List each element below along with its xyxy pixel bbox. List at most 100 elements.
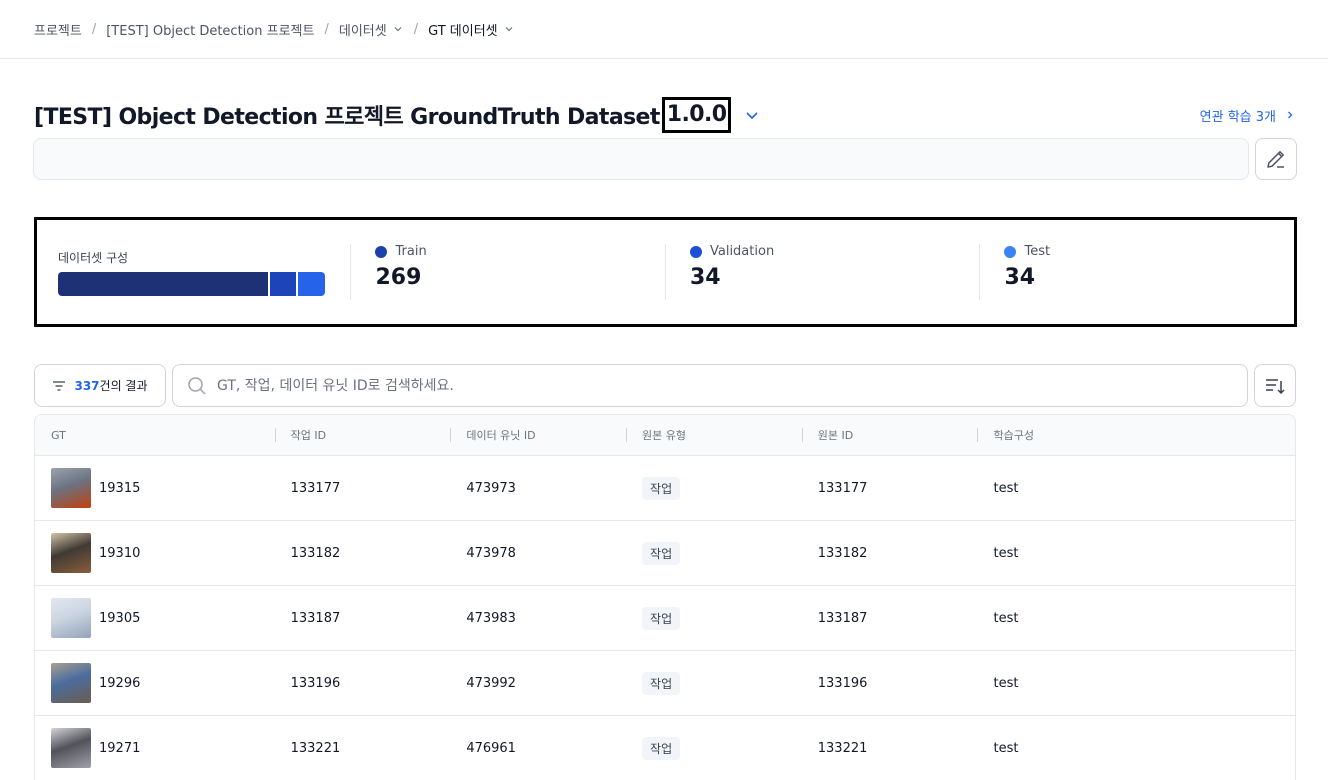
title-row: [TEST] Object Detection 프로젝트 GroundTruth… — [34, 96, 1296, 134]
related-training-label: 연관 학습 3개 — [1199, 109, 1276, 125]
column-header-data-unit-id[interactable]: 데이터 유닛 ID — [450, 415, 626, 455]
gt-thumbnail[interactable] — [51, 728, 91, 768]
composition-summary: 데이터셋 구성 — [37, 249, 350, 296]
stat-test: Test 34 — [979, 244, 1294, 300]
pencil-icon — [1267, 151, 1284, 168]
stat-validation-label: Validation — [709, 244, 775, 259]
data-unit-id: 473983 — [466, 610, 516, 626]
task-id: 133221 — [290, 740, 341, 756]
table-header: GT 작업 ID 데이터 유닛 ID 원본 유형 원본 ID 학습구성 — [35, 415, 1295, 456]
data-unit-id: 473973 — [466, 480, 516, 496]
header-divider — [0, 58, 1328, 59]
chevron-down-icon — [505, 27, 513, 32]
filter-icon — [53, 380, 66, 391]
table-row[interactable]: 19271 133221 476961 작업 133221 test — [35, 716, 1295, 780]
gt-id: 19310 — [99, 545, 141, 561]
column-header-gt[interactable]: GT — [35, 415, 275, 455]
page-title: [TEST] Object Detection 프로젝트 GroundTruth… — [34, 105, 660, 130]
stat-train: Train 269 — [350, 244, 665, 300]
source-id: 133221 — [817, 740, 868, 756]
source-id: 133196 — [817, 675, 868, 691]
sort-icon — [1266, 378, 1285, 394]
composition-bar-train — [58, 271, 268, 296]
breadcrumb: 프로젝트 / [TEST] Object Detection 프로젝트 / 데이… — [34, 0, 515, 58]
breadcrumb-item-datasets[interactable]: 데이터셋 — [339, 20, 404, 39]
source-type-badge: 작업 — [642, 671, 681, 695]
data-unit-id: 473978 — [466, 545, 516, 561]
composition-bar-test — [298, 271, 325, 296]
split-value: test — [993, 480, 1019, 496]
breadcrumb-label: [TEST] Object Detection 프로젝트 — [106, 23, 315, 39]
breadcrumb-label: GT 데이터셋 — [428, 23, 498, 39]
source-type-badge: 작업 — [642, 541, 681, 565]
table-row[interactable]: 19315 133177 473973 작업 133177 test — [35, 456, 1295, 521]
source-type-badge: 작업 — [642, 476, 681, 500]
breadcrumb-separator: / — [324, 21, 329, 37]
stat-train-label: Train — [395, 244, 427, 259]
table-row[interactable]: 19310 133182 473978 작업 133182 test — [35, 521, 1295, 586]
split-value: test — [993, 545, 1019, 561]
gt-thumbnail[interactable] — [51, 533, 91, 573]
chevron-down-icon — [394, 27, 402, 32]
related-training-link[interactable]: 연관 학습 3개 — [1200, 106, 1296, 125]
breadcrumb-label: 프로젝트 — [34, 23, 82, 39]
search-input[interactable] — [217, 377, 1247, 394]
sort-button[interactable] — [1254, 364, 1296, 407]
composition-bar-validation — [269, 271, 297, 296]
split-value: test — [993, 675, 1019, 691]
column-header-task-id[interactable]: 작업 ID — [274, 415, 451, 455]
split-value: test — [993, 610, 1019, 626]
data-unit-id: 476961 — [466, 740, 516, 756]
table-row[interactable]: 19296 133196 473992 작업 133196 test — [35, 651, 1295, 716]
test-color-dot — [1004, 245, 1017, 258]
gt-id: 19296 — [99, 675, 141, 691]
breadcrumb-item-project[interactable]: 프로젝트 — [34, 20, 82, 39]
task-id: 133196 — [290, 675, 341, 691]
breadcrumb-separator: / — [91, 21, 97, 37]
dataset-composition-panel: 데이터셋 구성 Train 269 Validation 34 Test 34 — [34, 217, 1297, 327]
gt-thumbnail[interactable] — [51, 598, 91, 638]
gt-thumbnail[interactable] — [51, 663, 91, 703]
task-id: 133177 — [290, 480, 341, 496]
task-id: 133182 — [290, 545, 341, 561]
gt-id: 19305 — [99, 610, 141, 626]
gt-id: 19271 — [99, 740, 141, 756]
source-id: 133187 — [817, 610, 868, 626]
train-color-dot — [375, 245, 388, 258]
gt-id: 19315 — [99, 480, 141, 496]
gt-thumbnail[interactable] — [51, 468, 91, 508]
composition-bar — [58, 271, 325, 296]
source-id: 133177 — [817, 480, 868, 496]
stat-train-value: 269 — [375, 265, 422, 290]
breadcrumb-item-project-name[interactable]: [TEST] Object Detection 프로젝트 — [106, 20, 314, 39]
split-value: test — [993, 740, 1019, 756]
chevron-right-icon — [1288, 111, 1293, 119]
column-header-source-id[interactable]: 원본 ID — [801, 415, 978, 455]
validation-color-dot — [689, 245, 702, 258]
source-id: 133182 — [817, 545, 868, 561]
task-id: 133187 — [290, 610, 341, 626]
column-header-source-type[interactable]: 원본 유형 — [626, 415, 802, 455]
column-header-split[interactable]: 학습구성 — [977, 415, 1294, 455]
table-row[interactable]: 19305 133187 473983 작업 133187 test — [35, 586, 1295, 651]
description-input[interactable] — [33, 138, 1249, 180]
gt-table: GT 작업 ID 데이터 유닛 ID 원본 유형 원본 ID 학습구성 1931… — [34, 414, 1296, 780]
filter-results-button[interactable]: 337 건의 결과 — [34, 364, 166, 407]
search-box — [172, 364, 1248, 407]
result-count: 337 — [74, 378, 100, 393]
version-label: 1.0.0 — [661, 97, 732, 133]
stat-test-label: Test — [1024, 244, 1051, 259]
version-dropdown-chevron-icon[interactable] — [743, 106, 761, 124]
breadcrumb-label: 데이터셋 — [338, 23, 387, 39]
search-icon — [188, 376, 206, 395]
source-type-badge: 작업 — [642, 606, 681, 630]
breadcrumb-item-gt-dataset[interactable]: GT 데이터셋 — [428, 20, 515, 39]
breadcrumb-separator: / — [413, 21, 419, 37]
stat-validation: Validation 34 — [664, 244, 980, 300]
edit-description-button[interactable] — [1255, 138, 1297, 180]
stat-validation-value: 34 — [689, 265, 721, 290]
stat-test-value: 34 — [1004, 265, 1036, 290]
source-type-badge: 작업 — [642, 736, 681, 760]
result-count-suffix: 건의 결과 — [99, 379, 148, 393]
composition-label: 데이터셋 구성 — [58, 250, 129, 265]
